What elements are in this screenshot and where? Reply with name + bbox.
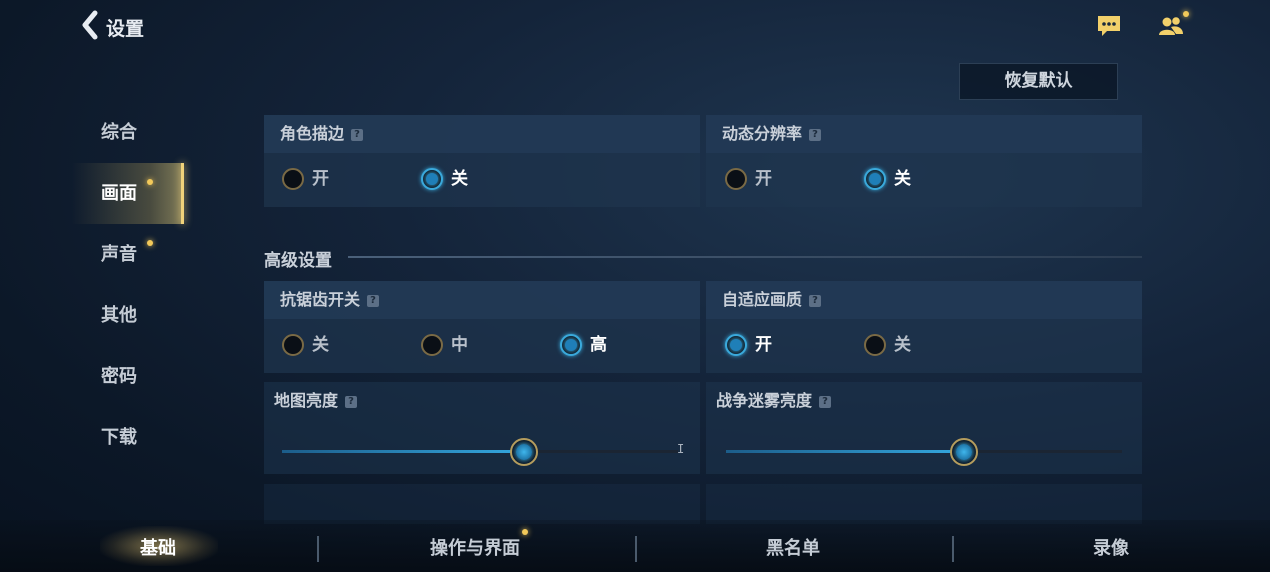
tab-divider bbox=[952, 536, 954, 562]
map-brightness-slider[interactable] bbox=[282, 438, 678, 466]
advanced-settings-heading: 高级设置 bbox=[264, 251, 332, 271]
sidebar-item-password[interactable]: 密码 bbox=[72, 346, 184, 407]
help-icon[interactable]: ? bbox=[809, 128, 822, 141]
notification-dot bbox=[147, 179, 153, 185]
slider-fill bbox=[282, 450, 524, 453]
tab-replay[interactable]: 录像 bbox=[1093, 534, 1129, 560]
sidebar-item-display[interactable]: 画面 bbox=[72, 163, 184, 224]
sidebar-item-label: 密码 bbox=[101, 366, 137, 387]
radio-circle bbox=[282, 168, 304, 190]
chat-icon[interactable] bbox=[1096, 14, 1122, 38]
settings-sidebar: 综合 画面 声音 其他 密码 下载 bbox=[72, 102, 184, 468]
section-divider bbox=[348, 256, 1142, 258]
radio-label: 关 bbox=[894, 335, 911, 355]
notification-dot bbox=[147, 240, 153, 246]
slider-handle[interactable] bbox=[950, 438, 978, 466]
adaptive-quality-header: 自适应画质? bbox=[706, 281, 1142, 319]
top-bar: 设置 bbox=[0, 0, 1270, 52]
sidebar-item-download[interactable]: 下载 bbox=[72, 407, 184, 468]
page-title: 设置 bbox=[106, 18, 145, 40]
bottom-tab-bar: 基础 操作与界面 黑名单 录像 bbox=[0, 520, 1270, 572]
sidebar-item-label: 下载 bbox=[101, 427, 137, 448]
help-icon[interactable]: ? bbox=[367, 294, 380, 307]
fog-brightness-panel: 战争迷雾亮度? bbox=[706, 382, 1142, 474]
partially-hidden-panel bbox=[706, 484, 1142, 524]
text-cursor-icon: I bbox=[677, 442, 685, 456]
reset-default-button[interactable]: 恢复默认 bbox=[959, 63, 1118, 100]
partially-hidden-panel bbox=[264, 484, 700, 524]
tab-divider bbox=[635, 536, 637, 562]
outline-title: 角色描边 bbox=[280, 124, 345, 143]
outline-header: 角色描边? bbox=[264, 115, 700, 153]
sidebar-item-label: 其他 bbox=[101, 305, 137, 326]
antialias-panel: 抗锯齿开关? 关 中 高 bbox=[264, 281, 700, 373]
dynamic-resolution-header: 动态分辨率? bbox=[706, 115, 1142, 153]
dynamic-resolution-panel: 动态分辨率? 开 关 bbox=[706, 115, 1142, 207]
radio-label: 开 bbox=[755, 169, 772, 189]
fog-brightness-header: 战争迷雾亮度? bbox=[706, 382, 1142, 420]
sidebar-item-other[interactable]: 其他 bbox=[72, 285, 184, 346]
radio-label: 开 bbox=[755, 335, 772, 355]
sidebar-item-label: 画面 bbox=[101, 183, 137, 204]
fog-brightness-slider[interactable] bbox=[726, 438, 1122, 466]
radio-circle bbox=[864, 168, 886, 190]
radio-label: 关 bbox=[312, 335, 329, 355]
help-icon[interactable]: ? bbox=[819, 395, 832, 408]
adaptive-quality-title: 自适应画质 bbox=[722, 290, 803, 309]
radio-label: 开 bbox=[312, 169, 329, 189]
outline-panel: 角色描边? 开 关 bbox=[264, 115, 700, 207]
sidebar-item-label: 声音 bbox=[101, 244, 137, 265]
tab-controls-ui[interactable]: 操作与界面 bbox=[430, 534, 520, 560]
dynamic-resolution-title: 动态分辨率 bbox=[722, 124, 803, 143]
sidebar-item-general[interactable]: 综合 bbox=[72, 102, 184, 163]
radio-circle bbox=[560, 334, 582, 356]
radio-circle bbox=[282, 334, 304, 356]
radio-label: 关 bbox=[894, 169, 911, 189]
sidebar-item-sound[interactable]: 声音 bbox=[72, 224, 184, 285]
radio-label: 关 bbox=[451, 169, 468, 189]
sidebar-item-label: 综合 bbox=[101, 122, 137, 143]
map-brightness-header: 地图亮度? bbox=[264, 382, 700, 420]
back-arrow-icon[interactable] bbox=[80, 10, 100, 40]
map-brightness-panel: 地图亮度? bbox=[264, 382, 700, 474]
adaptive-quality-panel: 自适应画质? 开 关 bbox=[706, 281, 1142, 373]
antialias-header: 抗锯齿开关? bbox=[264, 281, 700, 319]
radio-circle bbox=[421, 168, 443, 190]
tab-basic[interactable]: 基础 bbox=[140, 534, 176, 560]
radio-label: 中 bbox=[451, 335, 468, 355]
tab-blacklist[interactable]: 黑名单 bbox=[766, 534, 820, 560]
slider-handle[interactable] bbox=[510, 438, 538, 466]
help-icon[interactable]: ? bbox=[351, 128, 364, 141]
radio-circle bbox=[864, 334, 886, 356]
radio-label: 高 bbox=[590, 335, 607, 355]
radio-circle bbox=[725, 334, 747, 356]
notification-dot bbox=[522, 529, 528, 535]
tab-divider bbox=[317, 536, 319, 562]
antialias-title: 抗锯齿开关 bbox=[280, 290, 361, 309]
radio-circle bbox=[725, 168, 747, 190]
fog-brightness-title: 战争迷雾亮度 bbox=[716, 391, 813, 410]
map-brightness-title: 地图亮度 bbox=[274, 391, 339, 410]
slider-fill bbox=[726, 450, 964, 453]
radio-circle bbox=[421, 334, 443, 356]
friends-icon[interactable] bbox=[1157, 13, 1187, 39]
help-icon[interactable]: ? bbox=[809, 294, 822, 307]
help-icon[interactable]: ? bbox=[345, 395, 358, 408]
friends-notification-dot bbox=[1183, 11, 1189, 17]
